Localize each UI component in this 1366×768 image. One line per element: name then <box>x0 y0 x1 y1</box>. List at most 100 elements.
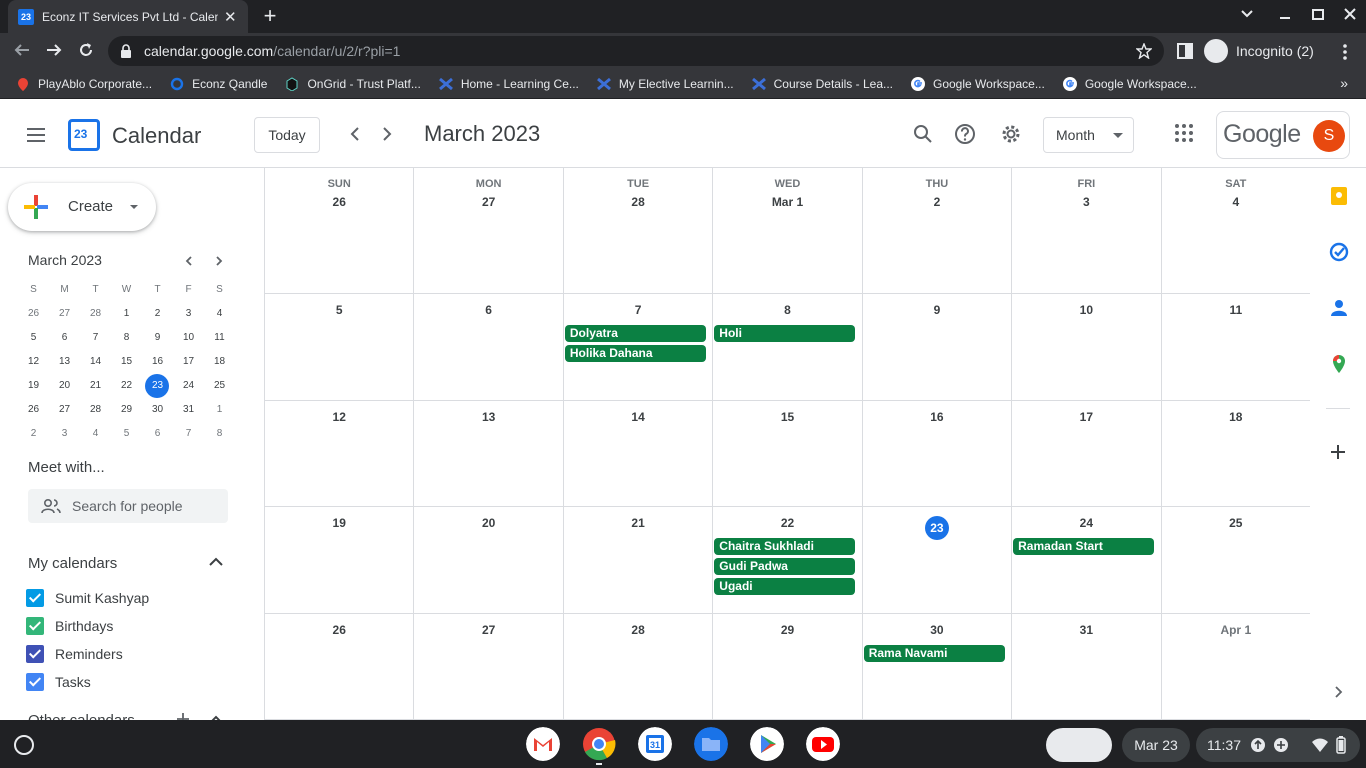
mini-day[interactable]: 8 <box>204 422 235 446</box>
help-icon[interactable] <box>954 123 976 145</box>
browser-tab[interactable]: 23 Econz IT Services Pvt Ltd - Calendar … <box>8 0 248 33</box>
checkbox[interactable] <box>26 673 44 691</box>
day-cell[interactable]: TUE 28 <box>563 168 714 294</box>
day-number[interactable]: 24 <box>1012 516 1160 530</box>
settings-gear-icon[interactable] <box>1000 123 1022 145</box>
day-cell[interactable]: 24 Ramadan Start <box>1012 507 1162 614</box>
maps-icon[interactable] <box>1329 354 1349 374</box>
search-icon[interactable] <box>912 123 934 145</box>
mini-day[interactable]: 20 <box>49 374 80 398</box>
bookmark-star-icon[interactable] <box>1136 43 1152 59</box>
day-number[interactable]: 27 <box>414 195 562 209</box>
day-cell[interactable]: 28 <box>563 614 714 720</box>
address-bar[interactable]: calendar.google.com/calendar/u/2/r?pli=1 <box>108 36 1164 66</box>
mini-day[interactable]: 13 <box>49 350 80 374</box>
mini-day[interactable]: 12 <box>18 350 49 374</box>
mini-prev-icon[interactable] <box>182 254 196 268</box>
mini-day[interactable]: 2 <box>18 422 49 446</box>
day-cell[interactable]: 30 Rama Navami <box>862 614 1013 720</box>
mini-day[interactable]: 21 <box>80 374 111 398</box>
day-cell[interactable]: MON 27 <box>414 168 564 294</box>
day-number[interactable]: 8 <box>713 303 861 317</box>
minimize-icon[interactable] <box>1278 7 1292 21</box>
day-number[interactable]: 30 <box>863 623 1011 637</box>
day-number[interactable]: 26 <box>265 623 413 637</box>
day-cell[interactable]: 17 <box>1012 401 1162 507</box>
day-cell[interactable]: 5 <box>265 294 415 401</box>
calendar-item-reminders[interactable]: Reminders <box>26 642 123 666</box>
calendar-item-birthdays[interactable]: Birthdays <box>26 614 113 638</box>
day-cell[interactable]: 26 <box>265 614 415 720</box>
day-number[interactable]: 28 <box>564 623 712 637</box>
day-cell[interactable]: 22 Chaitra Sukhladi Gudi Padwa Ugadi <box>713 507 863 614</box>
next-month-icon[interactable] <box>378 125 396 143</box>
status-tray[interactable]: 11:37 <box>1196 728 1360 762</box>
tab-search-icon[interactable] <box>1240 7 1254 21</box>
event-chip[interactable]: Chaitra Sukhladi <box>714 538 856 555</box>
forward-icon[interactable] <box>45 41 63 59</box>
mini-day[interactable]: 4 <box>204 302 235 326</box>
day-cell[interactable]: 9 <box>862 294 1013 401</box>
day-cell[interactable]: 7 Dolyatra Holika Dahana <box>563 294 714 401</box>
maximize-icon[interactable] <box>1311 7 1325 21</box>
day-cell[interactable]: SAT 4 <box>1161 168 1311 294</box>
bookmark-qandle[interactable]: Econz Qandle <box>170 77 267 91</box>
tasks-icon[interactable] <box>1329 242 1349 262</box>
day-number[interactable]: 11 <box>1162 303 1310 317</box>
day-cell[interactable]: SUN 26 <box>265 168 415 294</box>
calendar-item-sumit-kashyap[interactable]: Sumit Kashyap <box>26 586 149 610</box>
mini-day[interactable]: 14 <box>80 350 111 374</box>
incognito-profile-button[interactable]: Incognito (2) <box>1204 36 1314 66</box>
mini-day[interactable]: 5 <box>111 422 142 446</box>
mini-day[interactable]: 2 <box>142 302 173 326</box>
day-number[interactable]: 16 <box>863 410 1011 424</box>
day-number[interactable]: 20 <box>414 516 562 530</box>
files-app-icon[interactable] <box>694 727 728 761</box>
close-window-icon[interactable] <box>1343 7 1357 21</box>
day-cell[interactable]: 18 <box>1161 401 1311 507</box>
chrome-app-icon[interactable] <box>582 727 616 761</box>
event-chip[interactable]: Ramadan Start <box>1013 538 1155 555</box>
bookmark-course-details[interactable]: Course Details - Lea... <box>751 77 893 91</box>
mini-day[interactable]: 26 <box>18 302 49 326</box>
holding-space-thumbnails[interactable] <box>1046 728 1112 762</box>
mini-day[interactable]: 11 <box>204 326 235 350</box>
mini-day[interactable]: 19 <box>18 374 49 398</box>
day-cell[interactable]: 23 <box>862 507 1013 614</box>
day-number[interactable]: 31 <box>1012 623 1160 637</box>
day-number[interactable]: 23 <box>863 516 1011 540</box>
day-cell[interactable]: 11 <box>1161 294 1311 401</box>
mini-day[interactable]: 17 <box>173 350 204 374</box>
day-number[interactable]: 2 <box>863 195 1011 209</box>
gmail-app-icon[interactable] <box>526 727 560 761</box>
day-cell[interactable]: THU 2 <box>862 168 1013 294</box>
mini-day[interactable]: 31 <box>173 398 204 422</box>
youtube-app-icon[interactable] <box>806 727 840 761</box>
mini-day[interactable]: 4 <box>80 422 111 446</box>
mini-day[interactable]: 8 <box>111 326 142 350</box>
day-cell[interactable]: 29 <box>713 614 863 720</box>
day-cell[interactable]: 8 Holi <box>713 294 863 401</box>
day-cell[interactable]: 16 <box>862 401 1013 507</box>
launcher-icon[interactable] <box>14 735 34 755</box>
day-cell[interactable]: 13 <box>414 401 564 507</box>
side-panel-icon[interactable] <box>1177 43 1193 59</box>
mini-day[interactable]: 3 <box>173 302 204 326</box>
bookmark-ongrid[interactable]: OnGrid - Trust Platf... <box>285 77 421 91</box>
day-number[interactable]: Mar 1 <box>713 195 861 209</box>
view-selector[interactable]: Month <box>1043 117 1134 153</box>
apps-grid-icon[interactable] <box>1174 123 1194 143</box>
day-cell[interactable]: 27 <box>414 614 564 720</box>
event-chip[interactable]: Holi <box>714 325 856 342</box>
day-number[interactable]: 7 <box>564 303 712 317</box>
day-number[interactable]: 15 <box>713 410 861 424</box>
event-chip[interactable]: Holika Dahana <box>564 345 706 362</box>
play-store-app-icon[interactable] <box>750 727 784 761</box>
event-chip[interactable]: Rama Navami <box>863 645 1005 662</box>
mini-day[interactable]: 26 <box>18 398 49 422</box>
day-number[interactable]: 19 <box>265 516 413 530</box>
previous-month-icon[interactable] <box>346 125 364 143</box>
event-chip[interactable]: Dolyatra <box>564 325 706 342</box>
more-bookmarks-icon[interactable]: » <box>1340 75 1348 91</box>
checkbox[interactable] <box>26 617 44 635</box>
